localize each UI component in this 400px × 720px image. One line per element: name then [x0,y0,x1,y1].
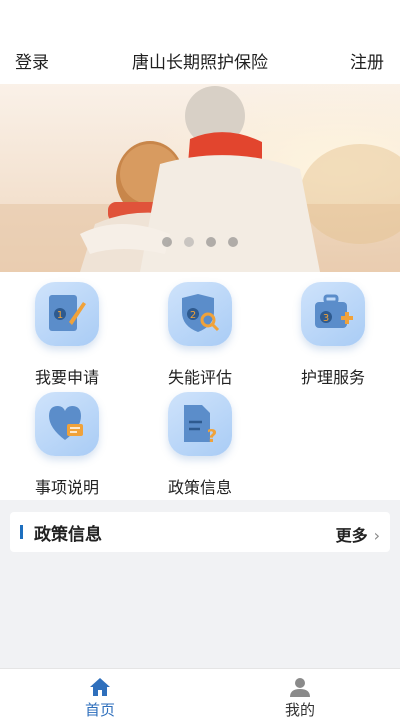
carousel-dot[interactable] [228,237,238,247]
svg-text:?: ? [207,426,217,446]
carousel-indicators [0,232,400,251]
apply-icon: 1 [35,282,99,346]
carousel-dot[interactable] [162,237,172,247]
carousel-dot[interactable] [206,237,216,247]
svg-text:1: 1 [57,310,63,321]
service-grid: 1 我要申请 2 失能评估 3 护理服务 事项说明 ? 政策信息 [0,272,400,500]
service-apply[interactable]: 1 我要申请 [7,272,127,388]
svg-text:2: 2 [190,310,196,321]
tab-home[interactable]: 首页 [0,669,200,720]
service-label: 事项说明 [34,478,99,497]
more-link[interactable]: 更多 › [336,522,380,546]
service-instructions[interactable]: 事项说明 [7,382,127,498]
service-assessment[interactable]: 2 失能评估 [140,272,260,388]
section-marker [20,525,23,539]
banner-carousel[interactable] [0,84,400,272]
policy-info-icon: ? [168,392,232,456]
home-icon [90,678,110,696]
user-icon [290,678,310,697]
tab-home-label: 首页 [84,701,115,719]
more-label: 更多 [335,526,368,545]
instructions-icon [35,392,99,456]
svg-text:3: 3 [323,313,329,324]
bottom-tab-bar: 首页 我的 [0,668,400,720]
assessment-icon: 2 [168,282,232,346]
tab-mine[interactable]: 我的 [200,669,400,720]
service-care[interactable]: 3 护理服务 [273,272,393,388]
service-policy[interactable]: ? 政策信息 [140,382,260,498]
tab-mine-label: 我的 [284,701,315,719]
care-service-icon: 3 [301,282,365,346]
policy-section-title: 政策信息 [34,525,102,545]
carousel-dot[interactable] [184,237,194,247]
policy-section-header: 政策信息 更多 › [10,512,390,552]
top-header: 登录 唐山长期照护保险 注册 [0,0,400,84]
service-label: 护理服务 [300,368,365,387]
login-link[interactable]: 登录 [15,48,49,73]
register-link[interactable]: 注册 [350,48,384,73]
page-title: 唐山长期照护保险 [132,53,268,73]
chevron-right-icon: › [373,526,380,545]
service-label: 政策信息 [167,478,232,497]
